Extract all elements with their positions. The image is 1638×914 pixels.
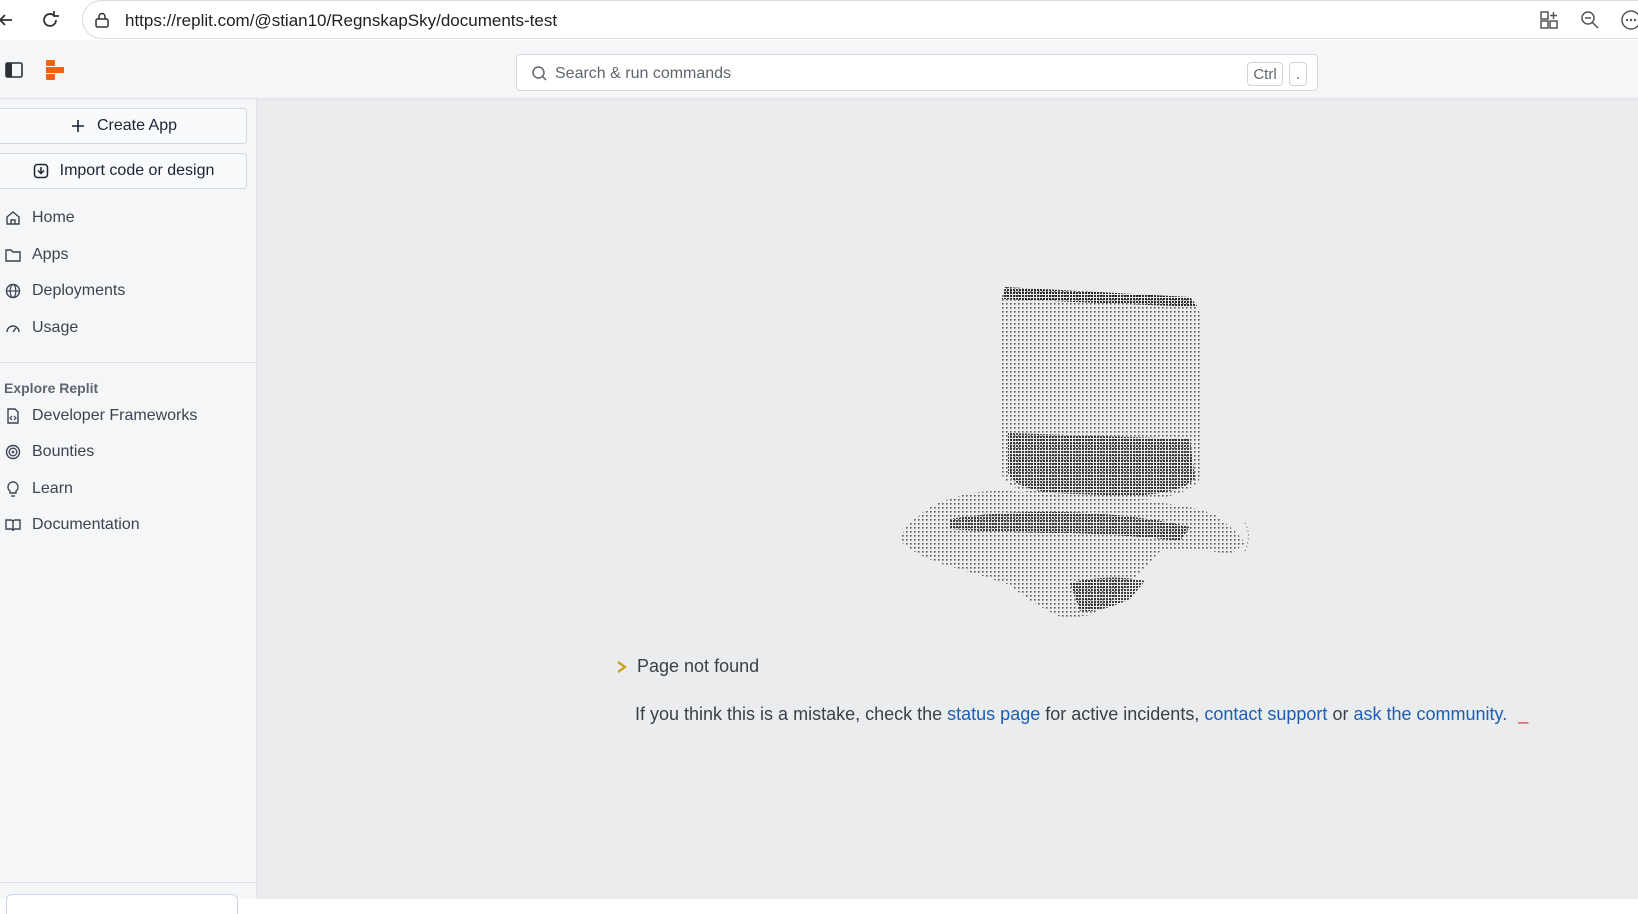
folder-icon bbox=[5, 249, 21, 262]
status-page-link[interactable]: status page bbox=[947, 704, 1040, 724]
sidebar-item-learn[interactable]: Learn bbox=[0, 472, 250, 506]
sidebar-item-label: Learn bbox=[32, 480, 73, 497]
shortcut-period-key: . bbox=[1289, 62, 1307, 86]
explore-heading: Explore Replit bbox=[4, 380, 99, 396]
search-icon bbox=[532, 66, 547, 81]
create-app-label: Create App bbox=[96, 117, 178, 134]
address-bar[interactable]: https://replit.com/@stian10/RegnskapSky/… bbox=[82, 0, 1638, 39]
plus-icon bbox=[71, 120, 84, 132]
more-icon[interactable] bbox=[1620, 9, 1638, 31]
sidebar-item-label: Usage bbox=[32, 319, 79, 336]
search-input[interactable]: Search & run commands Ctrl . bbox=[516, 54, 1318, 91]
sidebar-item-bounties[interactable]: Bounties bbox=[0, 435, 250, 469]
zoom-out-icon[interactable] bbox=[1579, 9, 1601, 31]
sidebar-item-apps[interactable]: Apps bbox=[0, 238, 250, 272]
sidebar-divider bbox=[0, 362, 256, 363]
gauge-icon bbox=[6, 325, 20, 333]
sidebar-item-documentation[interactable]: Documentation bbox=[0, 508, 250, 542]
shortcut-ctrl-key: Ctrl bbox=[1247, 62, 1283, 86]
home-icon bbox=[6, 211, 20, 225]
page-title: Page not found bbox=[637, 656, 760, 676]
lightbulb-icon bbox=[7, 481, 19, 497]
target-icon bbox=[5, 444, 21, 460]
import-code-label: Import code or design bbox=[59, 162, 215, 179]
ask-community-link[interactable]: ask the community. bbox=[1353, 704, 1507, 724]
sidebar-item-label: Developer Frameworks bbox=[32, 407, 198, 424]
url-text[interactable]: https://replit.com/@stian10/RegnskapSky/… bbox=[125, 11, 557, 31]
sidebar-item-label: Documentation bbox=[32, 516, 140, 533]
text-cursor: _ bbox=[1518, 704, 1529, 724]
sidebar-toggle-icon[interactable] bbox=[4, 60, 24, 80]
back-arrow-icon[interactable] bbox=[0, 6, 20, 34]
sidebar-bottom-divider bbox=[0, 882, 256, 883]
import-icon bbox=[33, 163, 48, 179]
code-file-icon bbox=[7, 408, 19, 424]
sidebar-item-home[interactable]: Home bbox=[0, 201, 250, 235]
import-code-button[interactable]: Import code or design bbox=[0, 153, 247, 189]
sidebar-item-label: Deployments bbox=[32, 282, 126, 299]
sidebar-item-usage[interactable]: Usage bbox=[0, 311, 250, 345]
not-found-illustration bbox=[900, 287, 1249, 619]
create-app-button[interactable]: Create App bbox=[0, 108, 247, 144]
replit-logo-icon[interactable] bbox=[44, 59, 66, 81]
not-found-message: If you think this is a mistake, check th… bbox=[635, 704, 1528, 725]
sidebar-item-developer-frameworks[interactable]: Developer Frameworks bbox=[0, 399, 250, 433]
reload-icon[interactable] bbox=[36, 6, 64, 34]
sidebar-bottom-card[interactable] bbox=[6, 894, 238, 914]
message-or: or bbox=[1332, 704, 1349, 724]
app-add-icon[interactable] bbox=[1538, 9, 1560, 31]
message-prefix: If you think this is a mistake, check th… bbox=[635, 704, 943, 724]
browser-toolbar: https://replit.com/@stian10/RegnskapSky/… bbox=[0, 0, 1638, 40]
globe-icon bbox=[5, 283, 21, 299]
prompt-arrow-icon bbox=[617, 660, 627, 673]
not-found-row: Page not found bbox=[617, 656, 759, 677]
sidebar-item-deployments[interactable]: Deployments bbox=[0, 274, 250, 308]
app-header: Search & run commands Ctrl . bbox=[0, 40, 1638, 99]
book-icon bbox=[5, 519, 21, 532]
sidebar-item-label: Apps bbox=[32, 246, 69, 263]
sidebar-item-label: Bounties bbox=[32, 443, 95, 460]
contact-support-link[interactable]: contact support bbox=[1204, 704, 1327, 724]
sidebar-item-label: Home bbox=[32, 209, 75, 226]
lock-icon[interactable] bbox=[93, 11, 111, 29]
search-placeholder: Search & run commands bbox=[555, 65, 732, 82]
sidebar: Create App Import code or design Home Ap… bbox=[0, 99, 257, 914]
message-middle: for active incidents, bbox=[1045, 704, 1200, 724]
